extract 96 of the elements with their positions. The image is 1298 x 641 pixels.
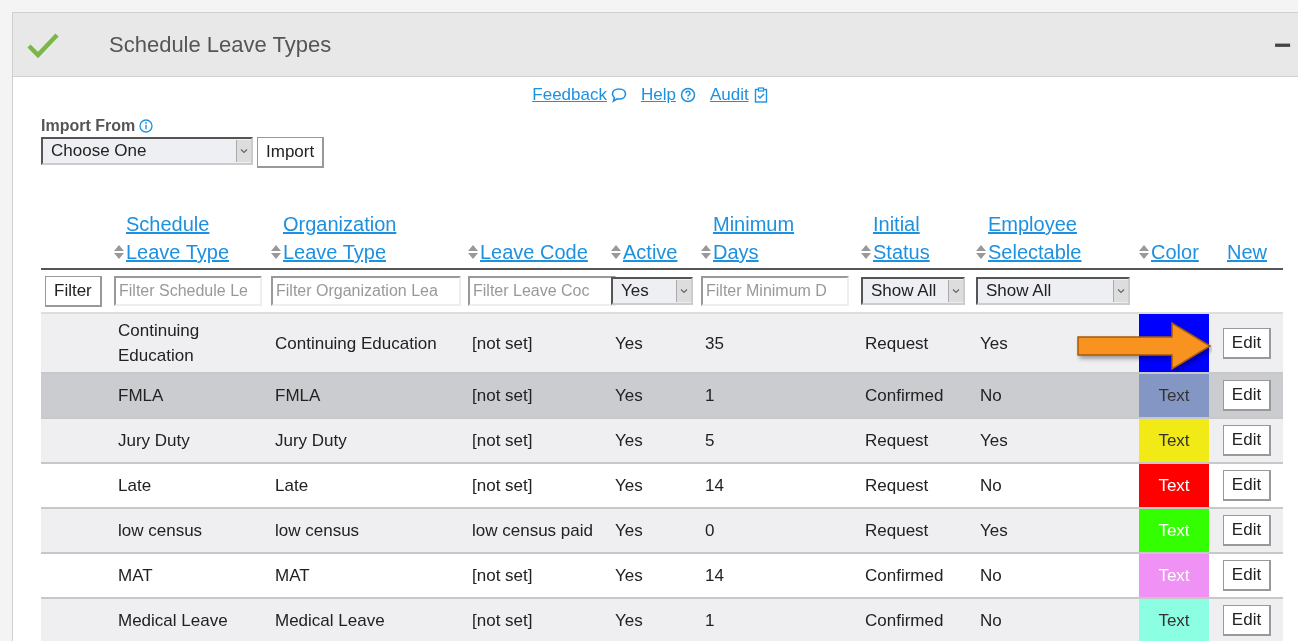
sort-icon[interactable] [701,245,711,259]
table-cell-text: No [980,610,1002,632]
table-cell-text: Confirmed [865,610,944,632]
chevron-down-icon[interactable] [240,148,248,154]
speech-bubble-icon [610,87,627,103]
color-swatch: Text [1139,464,1209,507]
table-cell-text: [not set] [472,610,533,632]
clipboard-check-icon [752,87,769,103]
chevron-down-icon[interactable] [952,288,960,294]
chevron-down-icon[interactable] [1117,288,1125,294]
table-cell-text: [not set] [472,385,533,407]
filter-field[interactable]: Filter Organization Lea [271,276,461,306]
table-cell-text: [not set] [472,565,533,587]
table-cell-text: Jury Duty [275,430,347,452]
color-swatch: Text [1139,374,1209,417]
table-cell-text: Confirmed [865,565,944,587]
column-header-link[interactable]: Organization Leave Type [283,210,397,266]
column-header-link[interactable]: Employee Selectable [988,210,1082,266]
table-cell-text: FMLA [118,385,164,407]
color-swatch: Text [1139,509,1209,552]
sort-icon[interactable] [861,245,871,259]
table-cell-text: Late [275,475,309,497]
table-cell-text: low census [275,520,360,542]
filter-dropdown[interactable]: Show All [861,277,965,305]
edit-button[interactable]: Edit [1222,380,1272,411]
collapse-button[interactable]: − [1274,29,1298,60]
import-dropdown[interactable]: Choose One [41,137,253,165]
sort-icon[interactable] [611,245,621,259]
filter-button[interactable]: Filter [45,275,102,307]
chevron-down-icon[interactable] [680,288,688,294]
table-cell-text: Yes [615,430,643,452]
table-cell-text: Medical Leave [118,610,228,632]
table-cell-text: 1 [705,385,715,407]
table-cell-text: Yes [615,475,643,497]
table-cell-text: Yes [980,430,1008,452]
table-cell-text: Yes [615,520,643,542]
info-icon [139,119,154,133]
table-cell-text: MAT [118,565,153,587]
filter-field[interactable]: Filter Minimum D [701,276,849,306]
table-cell-text: Yes [615,565,643,587]
table-cell-text: Yes [615,332,643,355]
table-cell-text: No [980,475,1002,497]
sort-icon[interactable] [114,245,124,259]
edit-button[interactable]: Edit [1222,425,1272,456]
table-cell-text: Request [865,332,929,355]
table-cell-text: 14 [705,565,724,587]
sort-icon[interactable] [1139,245,1149,259]
table-cell-text: 5 [705,430,715,452]
sort-icon[interactable] [271,245,281,259]
filter-dropdown[interactable]: Show All [976,277,1130,305]
edit-button[interactable]: Edit [1222,560,1272,591]
table-cell-text: 14 [705,475,724,497]
sort-icon[interactable] [976,245,986,259]
import-label: Import From [41,117,136,135]
edit-button[interactable]: Edit [1222,470,1272,501]
table-cell-text: Continuing Education [118,320,201,367]
column-header-link[interactable]: Schedule Leave Type [126,210,230,266]
table-cell-text: 35 [705,332,724,355]
sort-icon[interactable] [468,245,478,259]
table-cell-text: Request [865,475,929,497]
edit-button[interactable]: Edit [1222,327,1272,359]
table-cell-text: [not set] [472,332,533,355]
table-cell-text: [not set] [472,430,533,452]
table-cell-text: Yes [615,610,643,632]
table-cell-text: Request [865,430,929,452]
table-cell-text: Yes [615,385,643,407]
header-link[interactable]: Audit [709,83,769,107]
table-cell-text: No [980,385,1002,407]
table-cell-text: 1 [705,610,715,632]
table-cell-text: Request [865,520,929,542]
table-cell-text: low census paid [472,520,593,542]
table-cell-text: Confirmed [865,385,944,407]
checkmark-icon [27,31,59,58]
color-swatch: Text [1139,554,1209,597]
table-cell-text: Yes [980,332,1008,355]
import-button[interactable]: Import [257,137,325,168]
table-cell-text: Medical Leave [275,610,385,632]
edit-button[interactable]: Edit [1222,515,1272,546]
panel-title: Schedule Leave Types [109,31,333,58]
table-cell-text: 0 [705,520,715,542]
header-link[interactable]: Feedback [532,83,627,107]
edit-button[interactable]: Edit [1222,605,1272,636]
table-cell-text: No [980,565,1002,587]
filter-field[interactable]: Filter Leave Coc [468,276,616,306]
table-cell-text: Late [118,475,152,497]
table-cell-text: MAT [275,565,310,587]
table-cell-text: Yes [980,520,1008,542]
table-cell-text: low census [118,520,203,542]
color-swatch: Text [1139,599,1209,641]
table-cell-text: Continuing Education [275,332,437,355]
table-cell-text: FMLA [275,385,321,407]
help-icon [679,87,696,103]
filter-field[interactable]: Filter Schedule Le [114,276,262,306]
table-cell-text: [not set] [472,475,533,497]
table-cell-text: Jury Duty [118,430,190,452]
color-swatch: Text [1139,419,1209,462]
